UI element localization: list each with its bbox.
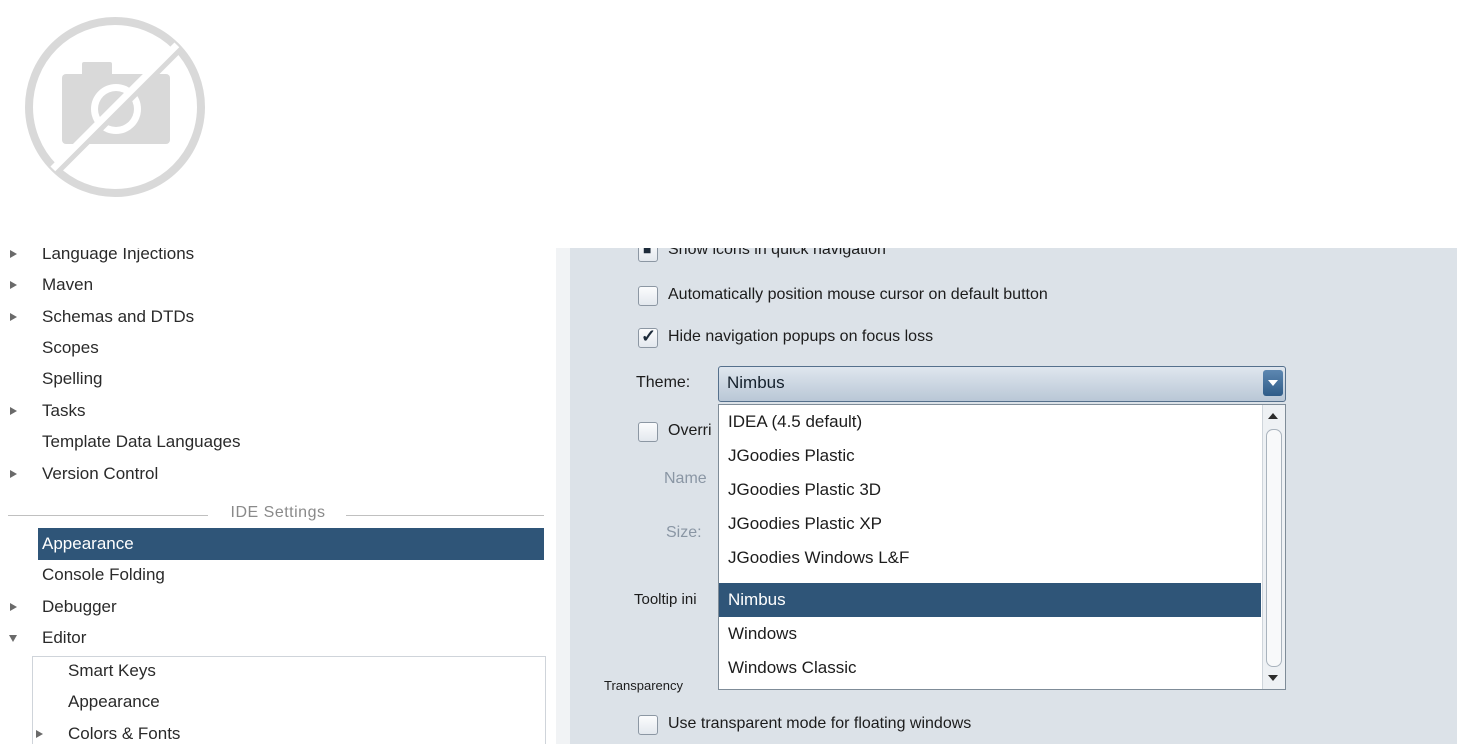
tree-item-label: Version Control: [42, 464, 159, 483]
expand-arrow-icon[interactable]: [10, 407, 17, 415]
tree-item-label: Scopes: [42, 338, 99, 357]
override-fonts-label: Overri: [668, 422, 712, 439]
checkmark-icon: ✓: [641, 326, 657, 346]
transparent-mode-label: Use transparent mode for floating window…: [668, 715, 972, 732]
scrollbar-thumb[interactable]: [1266, 429, 1282, 667]
font-name-label: Name: [664, 470, 707, 487]
tree-item-editor[interactable]: Editor: [0, 624, 540, 652]
dropdown-arrow-button[interactable]: [1263, 370, 1283, 396]
appearance-settings-panel: ■ Show icons in quick navigation Automat…: [570, 248, 1457, 744]
theme-option[interactable]: JGoodies Plastic XP: [719, 507, 1261, 541]
tree-item-tasks[interactable]: Tasks: [0, 397, 540, 425]
tree-item-label: Language Injections: [42, 248, 195, 263]
tree-item-schemas-and-dtds[interactable]: Schemas and DTDs: [0, 303, 540, 331]
tree-item-label: Colors & Fonts: [68, 724, 181, 743]
tree-item-label: Smart Keys: [68, 661, 156, 680]
expand-arrow-icon[interactable]: [10, 603, 17, 611]
tree-item-colors-and-fonts[interactable]: Colors & Fonts: [0, 720, 540, 744]
hide-popups-label: Hide navigation popups on focus loss: [668, 328, 934, 345]
tree-item-label: Template Data Languages: [42, 432, 241, 451]
hide-popups-checkbox[interactable]: ✓: [638, 326, 658, 348]
tree-item-scopes[interactable]: Scopes: [0, 334, 540, 362]
tree-item-editor-appearance[interactable]: Appearance: [0, 688, 540, 716]
checkbox-dot-icon: ■: [643, 248, 652, 257]
tree-item-debugger[interactable]: Debugger: [0, 593, 540, 621]
panel-splitter[interactable]: [556, 248, 570, 744]
tree-item-label: Console Folding: [42, 565, 165, 584]
theme-option[interactable]: IDEA (4.5 default): [719, 405, 1261, 439]
separator-line: [8, 515, 208, 516]
tree-item-label: Maven: [42, 275, 94, 294]
tree-item-smart-keys[interactable]: Smart Keys: [0, 657, 540, 685]
settings-tree: Language Injections Maven Schemas and DT…: [0, 248, 560, 744]
scroll-down-icon[interactable]: [1268, 675, 1278, 681]
theme-option[interactable]: Windows: [719, 617, 1261, 651]
collapse-arrow-icon[interactable]: [9, 635, 17, 642]
font-size-label: Size:: [666, 524, 702, 541]
chevron-down-icon: [1268, 380, 1278, 386]
transparency-section-label: Transparency: [604, 678, 683, 693]
tree-item-console-folding[interactable]: Console Folding: [0, 561, 540, 589]
tree-item-label: Appearance: [68, 692, 160, 711]
theme-option[interactable]: Windows Classic: [719, 651, 1261, 685]
expand-arrow-icon[interactable]: [10, 250, 17, 258]
auto-position-label: Automatically position mouse cursor on d…: [668, 286, 1048, 303]
tree-item-label: Appearance: [42, 534, 134, 553]
tree-item-appearance[interactable]: Appearance: [0, 530, 540, 558]
scroll-up-icon[interactable]: [1268, 413, 1278, 419]
ide-settings-header: IDE Settings: [230, 504, 326, 521]
tree-item-label: Tasks: [42, 401, 86, 420]
theme-dropdown-list[interactable]: IDEA (4.5 default) JGoodies Plastic JGoo…: [718, 404, 1286, 690]
auto-position-checkbox[interactable]: [638, 286, 658, 306]
tree-item-label: Schemas and DTDs: [42, 307, 195, 326]
transparent-mode-checkbox[interactable]: [638, 715, 658, 735]
expand-arrow-icon[interactable]: [36, 730, 43, 738]
tree-item-template-data-languages[interactable]: Template Data Languages: [0, 428, 540, 456]
tree-item-label: Debugger: [42, 597, 117, 616]
theme-option[interactable]: JGoodies Plastic 3D: [719, 473, 1261, 507]
theme-combobox[interactable]: Nimbus: [718, 366, 1286, 402]
tree-item-version-control[interactable]: Version Control: [0, 460, 540, 488]
list-scrollbar[interactable]: [1262, 405, 1285, 689]
tree-item-language-injections[interactable]: Language Injections: [0, 248, 540, 268]
override-fonts-checkbox[interactable]: [638, 422, 658, 442]
no-photo-icon: [20, 12, 210, 202]
tree-item-spelling[interactable]: Spelling: [0, 365, 540, 393]
theme-option-selected[interactable]: Nimbus: [719, 583, 1261, 617]
tree-item-label: Spelling: [42, 369, 103, 388]
theme-selected-value: Nimbus: [727, 373, 785, 392]
tooltip-initial-delay-label: Tooltip ini: [634, 591, 697, 608]
separator-line: [346, 515, 544, 516]
expand-arrow-icon[interactable]: [10, 470, 17, 478]
expand-arrow-icon[interactable]: [10, 313, 17, 321]
show-icons-label: Show icons in quick navigation: [668, 248, 886, 258]
theme-option[interactable]: JGoodies Plastic: [719, 439, 1261, 473]
tree-item-maven[interactable]: Maven: [0, 271, 540, 299]
theme-label: Theme:: [636, 374, 691, 391]
theme-option[interactable]: JGoodies Windows L&F: [719, 541, 1261, 575]
show-icons-checkbox[interactable]: ■: [638, 248, 658, 262]
tree-item-label: Editor: [42, 628, 87, 647]
expand-arrow-icon[interactable]: [10, 281, 17, 289]
